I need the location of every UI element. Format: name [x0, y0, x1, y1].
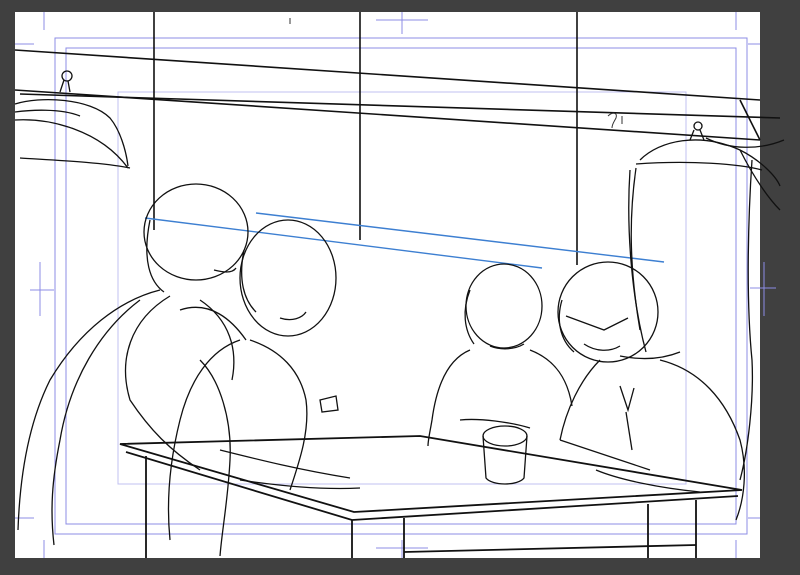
drawing-app-viewport [0, 0, 800, 575]
paper-sheet [15, 12, 760, 558]
sketch-canvas[interactable] [0, 0, 800, 575]
